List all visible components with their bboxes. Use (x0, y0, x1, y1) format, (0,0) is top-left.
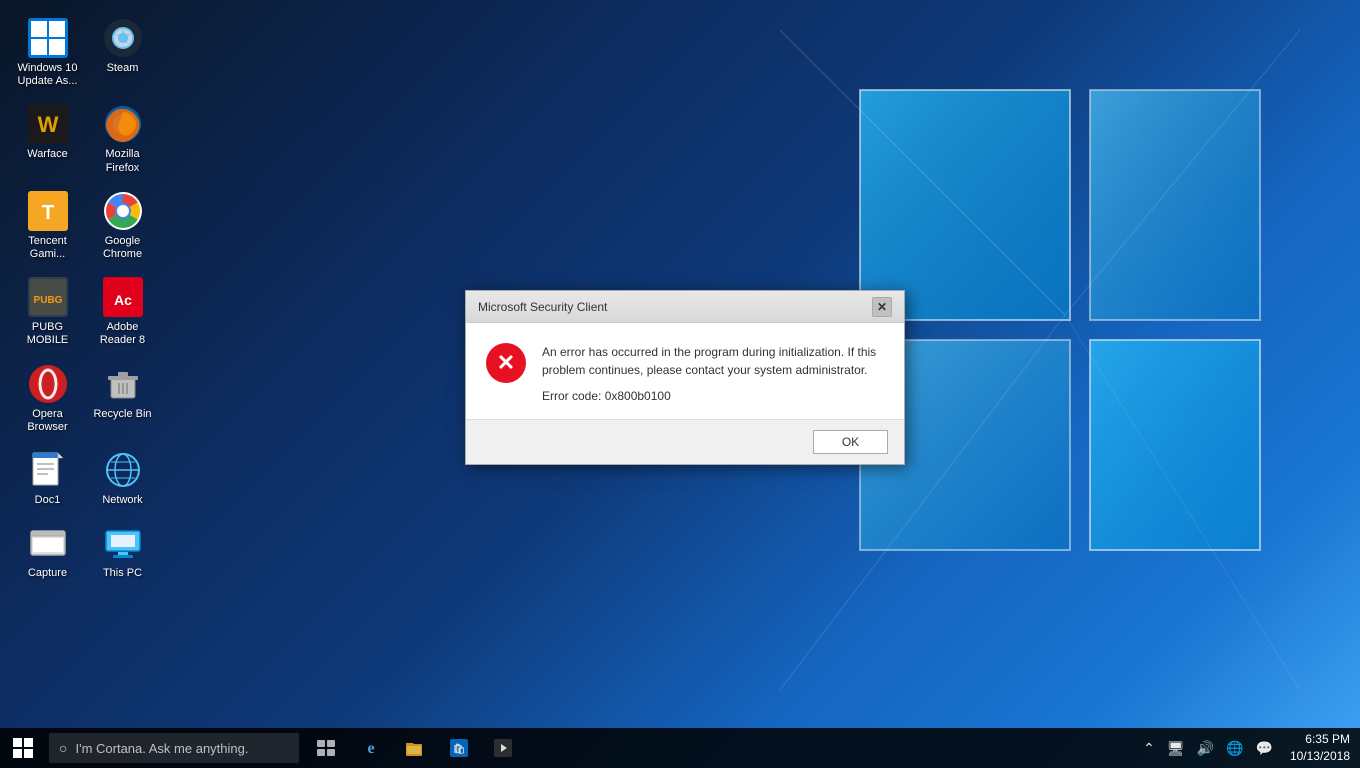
dialog-body: ✕ An error has occurred in the program d… (466, 323, 904, 419)
dialog-title: Microsoft Security Client (478, 300, 607, 314)
edge-browser-button[interactable]: e (351, 728, 391, 768)
taskbar-system-tray: ⌃ 🖥 🔊 🌐 💬 6:35 PM 10/13/2018 (1138, 728, 1360, 768)
microsoft-security-client-dialog: Microsoft Security Client ✕ ✕ An error h… (465, 290, 905, 465)
svg-text:e: e (367, 740, 374, 757)
dialog-overlay: Microsoft Security Client ✕ ✕ An error h… (0, 0, 1360, 768)
start-button[interactable] (0, 728, 45, 768)
language-indicator[interactable]: 🖥 (1162, 740, 1190, 757)
taskbar-middle-buttons: e 🛍 (307, 728, 523, 768)
dialog-footer: OK (466, 419, 904, 464)
dialog-message-text: An error has occurred in the program dur… (542, 343, 884, 379)
dialog-message-area: An error has occurred in the program dur… (542, 343, 884, 403)
search-icon: ○ (59, 740, 67, 756)
desktop: Windows 10 Update As... Steam (0, 0, 1360, 768)
store-button[interactable]: 🛍 (439, 728, 479, 768)
system-clock[interactable]: 6:35 PM 10/13/2018 (1280, 731, 1360, 765)
dialog-error-icon: ✕ (486, 343, 526, 383)
network-status-icon[interactable]: 🌐 (1221, 740, 1248, 757)
task-view-button[interactable] (307, 728, 347, 768)
volume-icon[interactable]: 🔊 (1192, 740, 1219, 757)
media-button[interactable] (483, 728, 523, 768)
dialog-close-button[interactable]: ✕ (872, 297, 892, 317)
show-hidden-icons[interactable]: ⌃ (1138, 740, 1160, 757)
taskbar: ○ I'm Cortana. Ask me anything. e (0, 728, 1360, 768)
file-explorer-button[interactable] (395, 728, 435, 768)
dialog-titlebar: Microsoft Security Client ✕ (466, 291, 904, 323)
cortana-search-bar[interactable]: ○ I'm Cortana. Ask me anything. (49, 733, 299, 763)
dialog-ok-button[interactable]: OK (813, 430, 888, 454)
svg-text:🛍: 🛍 (453, 743, 466, 755)
dialog-error-code: Error code: 0x800b0100 (542, 389, 884, 403)
clock-date: 10/13/2018 (1290, 748, 1350, 765)
clock-time: 6:35 PM (1290, 731, 1350, 748)
action-center-icon[interactable]: 💬 (1251, 740, 1278, 757)
cortana-placeholder: I'm Cortana. Ask me anything. (75, 741, 248, 756)
